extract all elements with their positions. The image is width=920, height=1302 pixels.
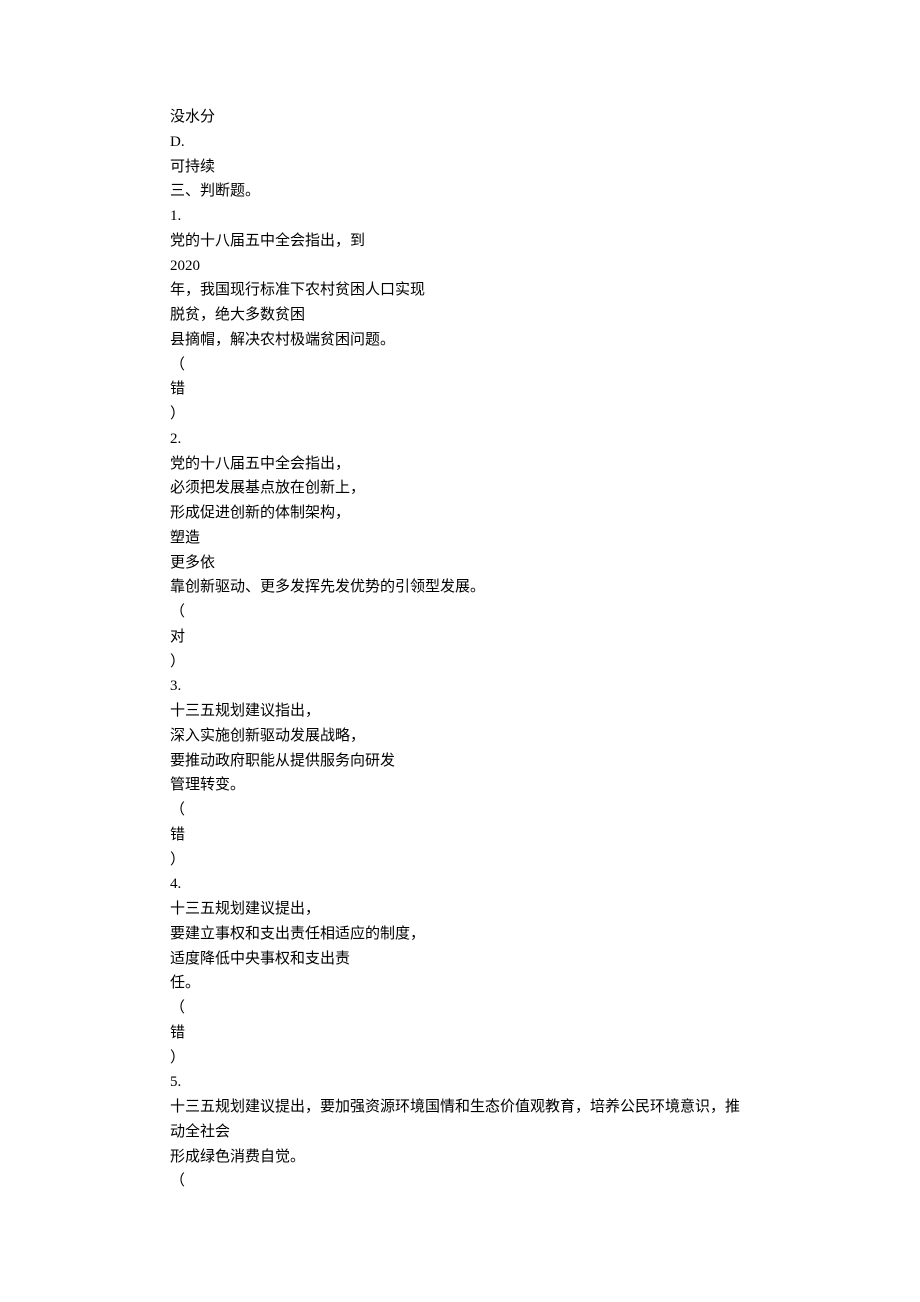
text-line: 党的十八届五中全会指出， [170, 452, 750, 477]
text-line: ） [170, 848, 750, 873]
text-line: 形成绿色消费自觉。 [170, 1145, 750, 1170]
text-line: 县摘帽，解决农村极端贫困问题。 [170, 328, 750, 353]
text-line: 2. [170, 427, 750, 452]
text-line: （ [170, 798, 750, 823]
text-line: 党的十八届五中全会指出，到 [170, 229, 750, 254]
text-line: ） [170, 1046, 750, 1071]
text-line: 形成促进创新的体制架构， [170, 501, 750, 526]
text-line: 可持续 [170, 155, 750, 180]
text-line: 十三五规划建议提出， [170, 897, 750, 922]
text-line: 没水分 [170, 105, 750, 130]
text-line: 塑造 [170, 526, 750, 551]
text-line: 要建立事权和支出责任相适应的制度， [170, 922, 750, 947]
text-line: 要推动政府职能从提供服务向研发 [170, 749, 750, 774]
text-line: 更多依 [170, 551, 750, 576]
text-line: 三、判断题。 [170, 179, 750, 204]
text-line: 错 [170, 823, 750, 848]
text-line: D. [170, 130, 750, 155]
text-line: 4. [170, 872, 750, 897]
document-body: 没水分 D. 可持续 三、判断题。 1. 党的十八届五中全会指出，到 2020 … [170, 105, 750, 1194]
text-line: 2020 [170, 254, 750, 279]
text-line: 任。 [170, 971, 750, 996]
text-line: 深入实施创新驱动发展战略， [170, 724, 750, 749]
text-line: （ [170, 600, 750, 625]
text-line: 必须把发展基点放在创新上， [170, 476, 750, 501]
text-line: 十三五规划建议指出， [170, 699, 750, 724]
text-line: 十三五规划建议提出，要加强资源环境国情和生态价值观教育，培养公民环境意识，推动全… [170, 1095, 750, 1145]
text-line: 脱贫，绝大多数贫困 [170, 303, 750, 328]
text-line: 错 [170, 1021, 750, 1046]
text-line: ） [170, 402, 750, 427]
text-line: （ [170, 1169, 750, 1194]
text-line: 年，我国现行标准下农村贫困人口实现 [170, 278, 750, 303]
text-line: （ [170, 353, 750, 378]
text-line: 5. [170, 1070, 750, 1095]
text-line: ） [170, 650, 750, 675]
text-line: 靠创新驱动、更多发挥先发优势的引领型发展。 [170, 575, 750, 600]
text-line: 3. [170, 674, 750, 699]
text-line: 错 [170, 377, 750, 402]
text-line: 1. [170, 204, 750, 229]
text-line: 对 [170, 625, 750, 650]
text-line: 适度降低中央事权和支出责 [170, 947, 750, 972]
text-line: （ [170, 996, 750, 1021]
text-line: 管理转变。 [170, 773, 750, 798]
